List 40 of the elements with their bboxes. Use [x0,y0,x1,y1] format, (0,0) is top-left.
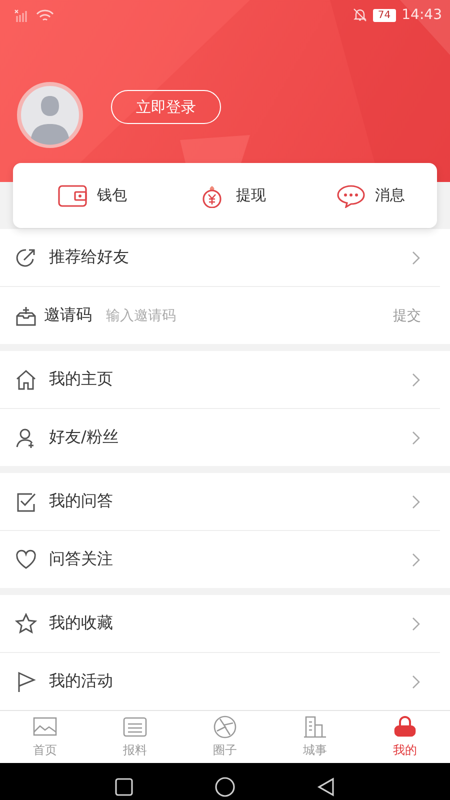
quick-action-label[interactable]: 钱包 [97,186,127,205]
chat-bubble-icon[interactable] [336,184,366,208]
menu-item-label[interactable]: 我的收藏 [49,613,412,634]
menu-item-label[interactable]: 我的问答 [49,491,412,512]
list-icon [123,715,147,739]
inbox-icon [15,304,37,326]
menu-item-label[interactable]: 我的主页 [49,369,412,390]
chevron-icon [412,494,420,508]
battery-level: 74 [372,8,396,22]
clock-time: 14:43 [402,7,442,23]
home-circle-icon[interactable] [214,776,236,798]
chevron-icon [412,552,420,566]
signal-icon [14,8,30,22]
star-icon [15,612,37,634]
chevron-icon [412,674,420,688]
chevron-icon [412,372,420,386]
invite-code-label: 邀请码 [44,305,92,326]
aperture-icon [213,715,237,739]
avatar-icon[interactable] [17,82,83,148]
wallet-icon[interactable] [58,184,88,208]
building-icon [303,715,327,739]
quick-action-label[interactable]: 提现 [236,186,266,205]
chevron-icon [412,250,420,264]
mute-bell-icon [352,8,367,22]
menu-item-label[interactable]: 我的活动 [49,671,412,692]
menu-item-label[interactable]: 问答关注 [49,549,412,570]
quick-action-label[interactable]: 消息 [375,186,405,205]
checkbox-icon [15,490,37,512]
chevron-icon [412,616,420,630]
home-icon [15,368,37,390]
heart-icon [15,548,37,570]
back-icon[interactable] [316,777,336,797]
chevron-icon [412,430,420,444]
menu-item-label[interactable]: 推荐给好友 [49,247,412,268]
share-icon [15,246,37,268]
wifi-icon [36,8,54,22]
recent-apps-icon[interactable] [114,777,134,797]
menu-item-label[interactable]: 好友/粉丝 [49,427,412,448]
login-button[interactable]: 立即登录 [111,90,221,124]
tab[interactable]: 我的 [360,711,450,763]
